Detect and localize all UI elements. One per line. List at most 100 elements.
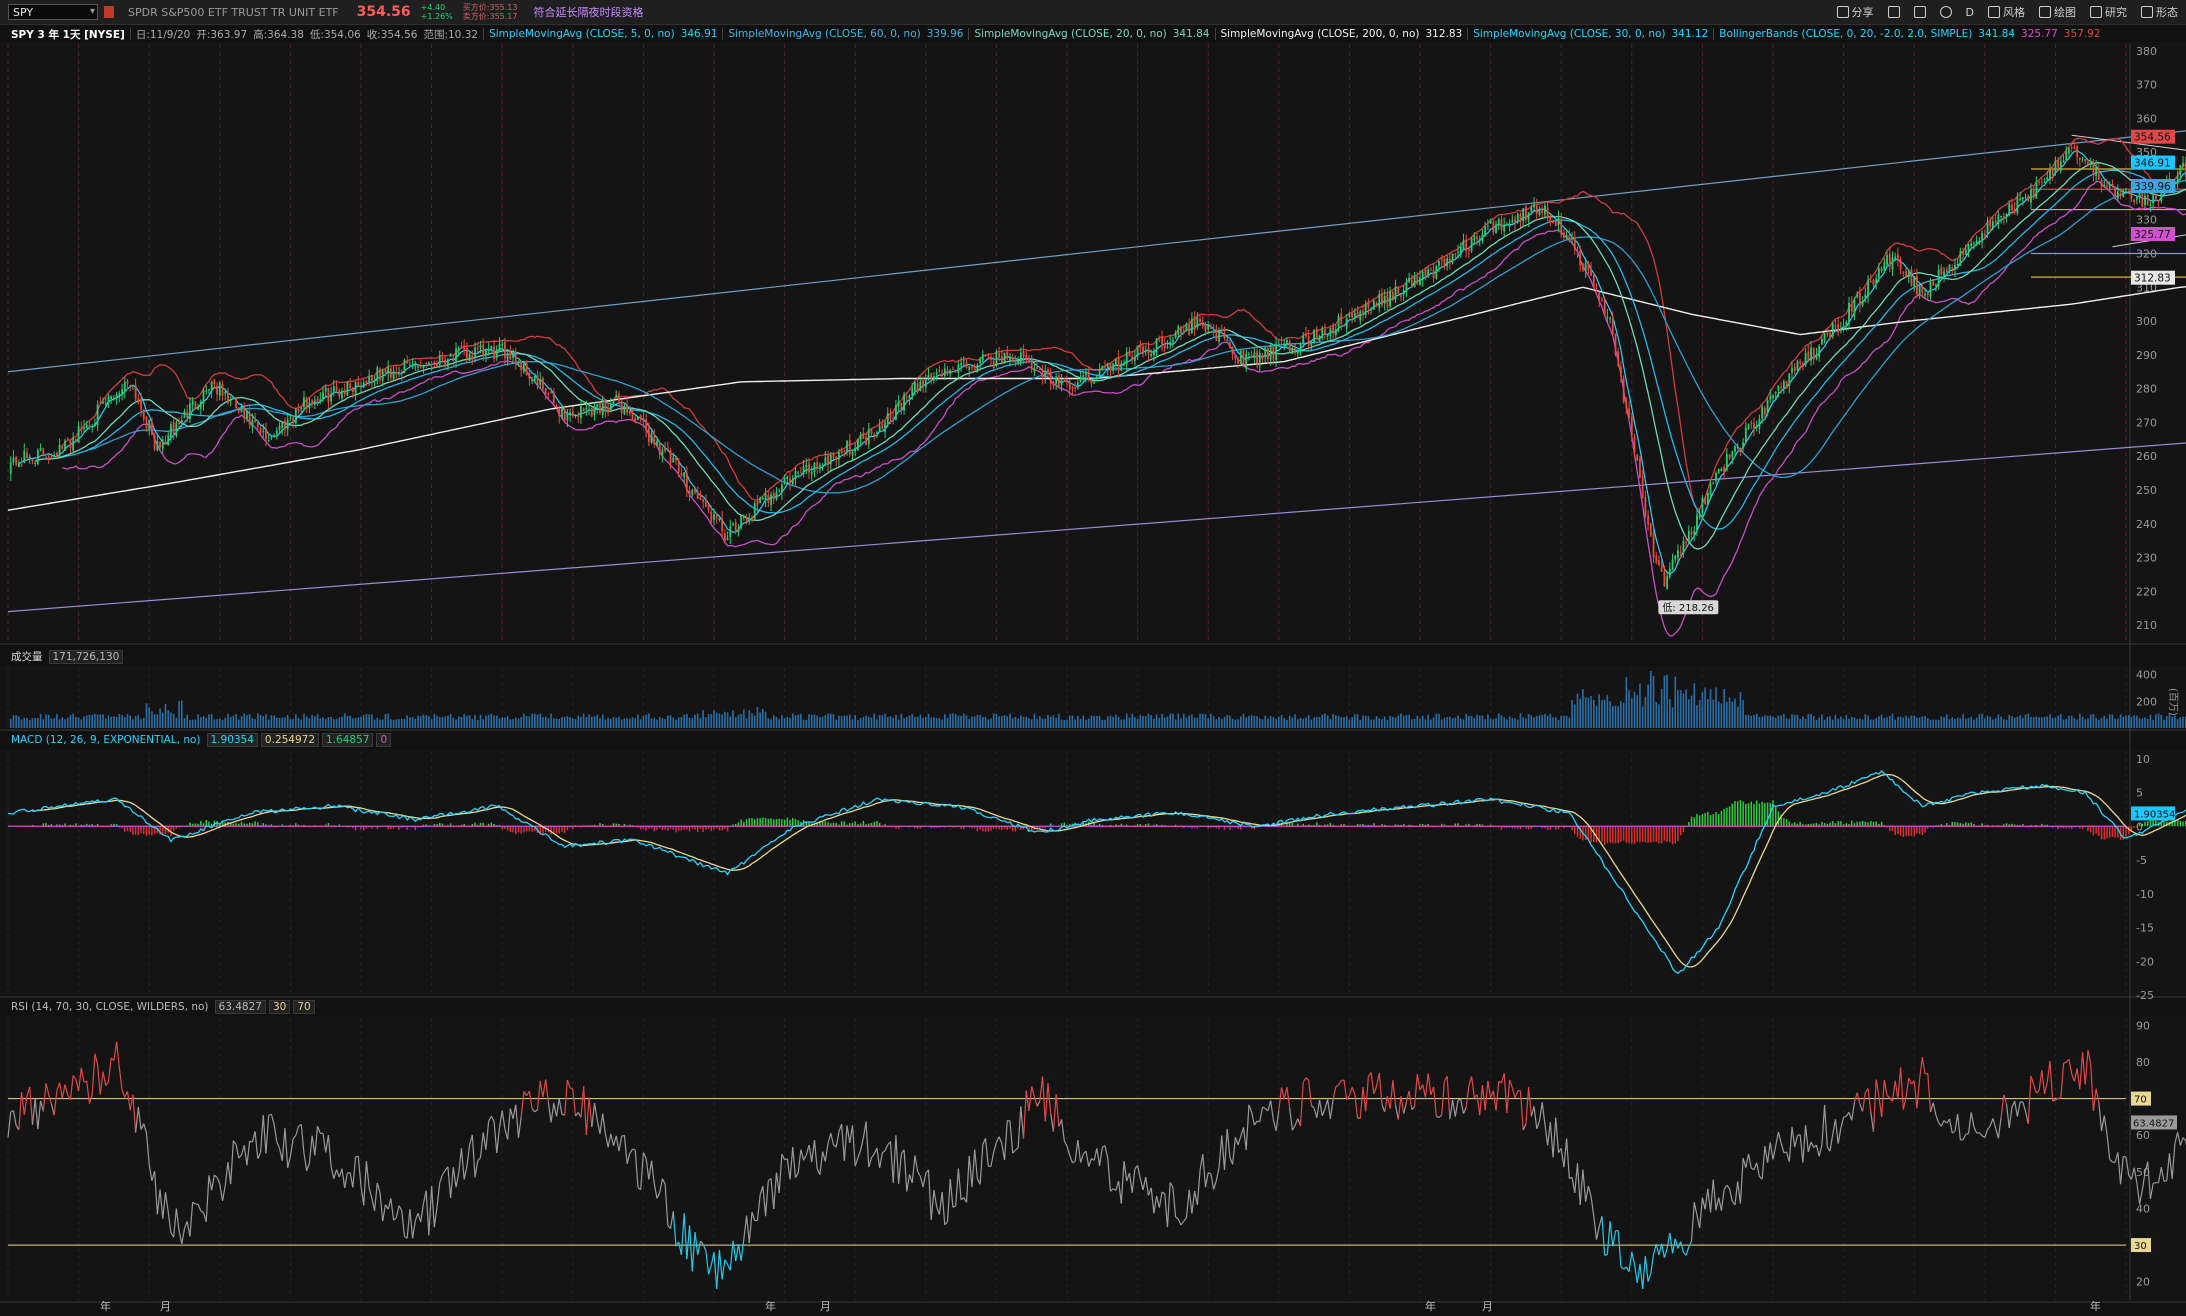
candle-body (1307, 335, 1310, 346)
candle-body (2051, 168, 2054, 175)
candle-body (897, 401, 900, 407)
candle-body (658, 442, 661, 455)
candle-body (846, 440, 848, 452)
volume-tick-label: 200 (2136, 695, 2157, 708)
candle-body (1448, 258, 1451, 264)
candle-body (1655, 555, 1658, 563)
candle-body (93, 423, 96, 427)
candle-body (1066, 379, 1068, 383)
candle-body (1869, 281, 1872, 283)
candle-body (1044, 371, 1047, 378)
candle-body (123, 381, 126, 392)
candle-body (775, 492, 778, 500)
candle-body (487, 349, 490, 351)
candle-body (1829, 333, 1831, 338)
candle-body (1166, 346, 1169, 348)
time-axis-label: 年 (2090, 1299, 2101, 1313)
candle-body (232, 397, 235, 399)
candle-body (28, 457, 31, 459)
candle-body (661, 450, 664, 456)
candle-body (1163, 344, 1166, 349)
candle-body (1557, 217, 1560, 226)
candle-body (1983, 234, 1986, 236)
candle-body (338, 390, 341, 397)
candle-body (69, 440, 72, 449)
candle-body (761, 498, 764, 500)
candle-body (1956, 263, 1959, 266)
candle-body (1867, 280, 1869, 297)
candle-body (2146, 194, 2149, 205)
candle-body (1057, 375, 1060, 386)
candle-body (1704, 497, 1707, 504)
candle-body (1823, 333, 1826, 341)
candle-body (1356, 311, 1359, 319)
candle-body (2095, 167, 2098, 177)
candle-body (783, 477, 786, 484)
candle-body (229, 399, 232, 401)
candle-body (1326, 334, 1329, 337)
candle-body (113, 398, 115, 400)
candle-body (289, 417, 292, 419)
candle-body (1897, 254, 1899, 261)
candle-body (813, 462, 816, 473)
chart-canvas[interactable]: 3803703603503403303203103002902802702602… (0, 0, 2186, 1316)
candle-body (1218, 330, 1220, 342)
candle-body (536, 374, 539, 385)
candle-body (259, 428, 262, 433)
candle-body (2119, 193, 2122, 196)
candle-body (1959, 250, 1962, 266)
candle-body (1935, 285, 1937, 287)
candle-body (599, 402, 601, 413)
macd-tick-label: 5 (2136, 787, 2143, 800)
candle-body (1188, 325, 1191, 336)
candle-body (1405, 282, 1408, 293)
candle-body (474, 347, 476, 358)
candle-body (186, 411, 189, 418)
candle-body (1424, 269, 1427, 277)
candle-body (1872, 279, 1875, 285)
candle-body (2030, 189, 2032, 203)
rsi-tick-label: 60 (2136, 1129, 2150, 1142)
candle-body (992, 360, 995, 368)
candle-body (1747, 424, 1750, 429)
candle-body (1812, 348, 1815, 360)
price-badge-label: 354.56 (2134, 132, 2171, 144)
candle-body (2078, 157, 2081, 160)
candle-body (455, 348, 457, 361)
candle-body (1668, 568, 1671, 577)
candle-body (85, 424, 88, 428)
candle-body (1017, 361, 1020, 364)
candle-body (343, 390, 346, 395)
candle-body (2127, 193, 2130, 195)
candle-body (1945, 269, 1948, 272)
candle-body (1495, 224, 1497, 234)
candle-body (827, 455, 829, 465)
candle-body (297, 408, 300, 412)
candle-body (1505, 224, 1508, 226)
candle-body (1611, 318, 1614, 335)
candle-body (224, 391, 227, 394)
candle-body (1728, 454, 1731, 459)
candle-body (509, 351, 512, 360)
candle-body (256, 422, 259, 427)
candle-body (1516, 214, 1519, 221)
candle-body (189, 403, 191, 419)
candle-body (517, 360, 520, 365)
candle-body (1981, 233, 1983, 242)
candle-body (126, 380, 129, 384)
candle-body (1402, 290, 1405, 295)
rsi-tick-label: 80 (2136, 1056, 2150, 1069)
candle-body (650, 433, 653, 443)
candle-body (1370, 308, 1373, 310)
candle-body (1291, 348, 1294, 354)
candle-body (498, 343, 501, 352)
candle-body (2002, 215, 2005, 219)
candle-body (1834, 325, 1837, 327)
candle-body (142, 409, 145, 420)
candle-body (965, 362, 968, 368)
candle-body (1856, 294, 1859, 298)
candle-body (1989, 220, 1992, 227)
candle-body (601, 401, 604, 416)
candle-body (422, 364, 425, 368)
candle-body (1701, 498, 1704, 513)
